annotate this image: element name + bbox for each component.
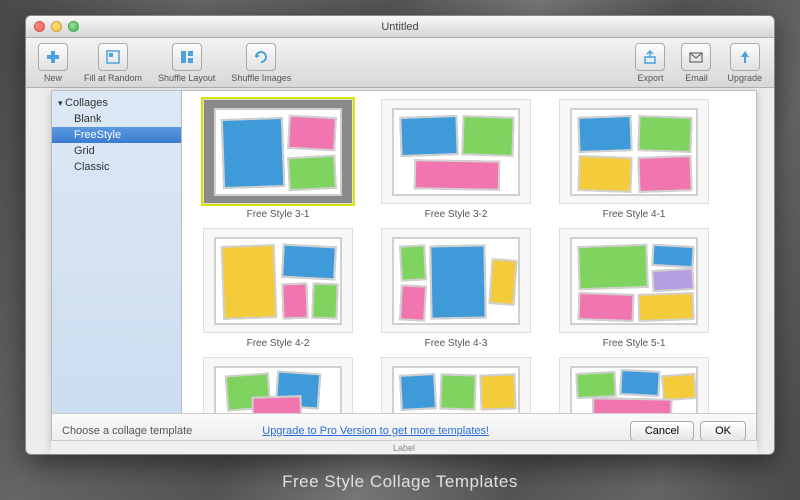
upgrade-icon [730,43,760,71]
shuffle-layout-button[interactable]: Shuffle Layout [152,41,221,85]
shuffle-images-button[interactable]: Shuffle Images [225,41,297,85]
template-label: Free Style 3-2 [425,209,488,220]
new-button[interactable]: New [32,41,74,85]
footer-message: Choose a collage template [62,425,192,437]
fill-random-button[interactable]: Fill at Random [78,41,148,85]
template-fs61[interactable] [554,357,714,413]
template-fs31[interactable]: Free Style 3-1 [198,99,358,220]
traffic-lights [34,21,79,32]
template-label: Free Style 4-1 [603,209,666,220]
upgrade-button[interactable]: Upgrade [721,41,768,85]
cancel-button[interactable]: Cancel [630,421,694,441]
sidebar-item-classic[interactable]: Classic [52,159,181,175]
template-fs53[interactable] [376,357,536,413]
shuffle-images-icon [246,43,276,71]
dialog-body: Collages BlankFreeStyleGridClassic Free … [52,91,756,413]
template-fs41[interactable]: Free Style 4-1 [554,99,714,220]
zoom-icon[interactable] [68,21,79,32]
sidebar-item-freestyle[interactable]: FreeStyle [52,127,181,143]
screenshot-caption: Free Style Collage Templates [0,472,800,492]
close-icon[interactable] [34,21,45,32]
sidebar-item-grid[interactable]: Grid [52,143,181,159]
template-fs43[interactable]: Free Style 4-3 [376,228,536,349]
upgrade-link[interactable]: Upgrade to Pro Version to get more templ… [262,425,489,437]
minimize-icon[interactable] [51,21,62,32]
template-label: Free Style 5-1 [603,338,666,349]
template-chooser-dialog: Collages BlankFreeStyleGridClassic Free … [51,90,757,448]
plus-icon [38,43,68,71]
template-label: Free Style 4-2 [247,338,310,349]
bottom-label-strip: Label [51,440,757,454]
export-button[interactable]: Export [629,41,671,85]
email-icon [681,43,711,71]
template-label: Free Style 4-3 [425,338,488,349]
template-label: Free Style 3-1 [247,209,310,220]
shuffle-layout-icon [172,43,202,71]
titlebar: Untitled [26,16,774,38]
template-fs51[interactable]: Free Style 5-1 [554,228,714,349]
sidebar-item-blank[interactable]: Blank [52,111,181,127]
template-fs32[interactable]: Free Style 3-2 [376,99,536,220]
tree-root-collages[interactable]: Collages [52,95,181,111]
toolbar: New Fill at Random Shuffle Layout Shuffl… [26,38,774,88]
app-window: Untitled New Fill at Random Shuffle Layo… [25,15,775,455]
export-icon [635,43,665,71]
fill-icon [98,43,128,71]
template-fs52[interactable] [198,357,358,413]
template-fs42[interactable]: Free Style 4-2 [198,228,358,349]
ok-button[interactable]: OK [700,421,746,441]
category-sidebar: Collages BlankFreeStyleGridClassic [52,91,182,413]
template-grid[interactable]: Free Style 3-1 Free Style 3-2 Free Style 4… [182,91,756,413]
email-button[interactable]: Email [675,41,717,85]
window-title: Untitled [26,21,774,33]
